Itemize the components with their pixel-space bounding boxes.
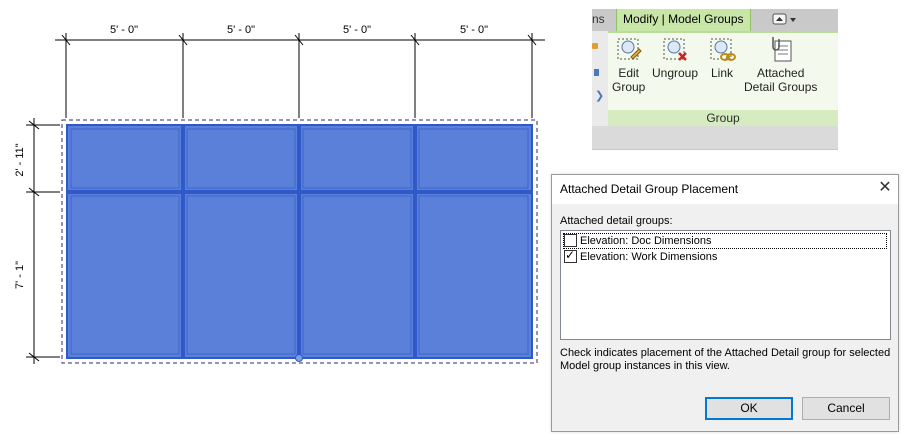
top-dim-label-3[interactable]: 5' - 0"	[343, 24, 371, 36]
list-item-work-dimensions[interactable]: ✓ Elevation: Work Dimensions	[564, 247, 718, 264]
dialog-help-text: Check indicates placement of the Attache…	[560, 347, 891, 372]
attached-detail-groups-icon	[771, 37, 792, 62]
top-dim-label-4[interactable]: 5' - 0"	[460, 24, 488, 36]
elevation-drawing[interactable]: 5' - 0" 5' - 0" 5' - 0" 5' - 0" 2' - 11"…	[0, 0, 560, 446]
attached-detail-groups-label: Attached detail groups:	[560, 215, 673, 227]
top-dim-label-1[interactable]: 5' - 0"	[110, 24, 138, 36]
ok-button[interactable]: OK	[705, 397, 793, 420]
left-dim-ticks	[26, 120, 60, 362]
checkbox-doc-dimensions[interactable]	[564, 233, 577, 247]
close-icon[interactable]: ✕	[874, 178, 896, 200]
ribbon: ns Modify | Model Groups ❯ Edit Group Un…	[592, 9, 838, 150]
fragment-icon-square	[594, 69, 599, 76]
top-dim-ticks	[61, 33, 537, 118]
attached-detail-groups-label-1: Attached	[757, 66, 805, 80]
ungroup-button[interactable]: Ungroup	[652, 35, 698, 80]
ribbon-left-fragment: ❯	[592, 31, 608, 126]
ribbon-tab-bar: ns Modify | Model Groups	[592, 9, 838, 31]
edit-group-label-2: Group	[612, 80, 646, 94]
tab-previous[interactable]: ns	[592, 12, 605, 26]
fragment-arrow-icon: ❯	[595, 90, 605, 102]
cancel-button[interactable]: Cancel	[802, 397, 890, 420]
checkmark-icon: ✓	[565, 247, 576, 262]
ribbon-minimize-control[interactable]	[770, 13, 800, 26]
left-dim-label-2[interactable]: 7' - 1"	[14, 261, 26, 289]
link-label: Link	[710, 66, 733, 80]
dialog-title: Attached Detail Group Placement	[560, 182, 739, 196]
list-item-doc-dimensions[interactable]: Elevation: Doc Dimensions	[563, 233, 887, 249]
ungroup-icon	[663, 38, 687, 61]
ribbon-bottom-area	[592, 126, 838, 149]
ribbon-toggle-icon	[772, 13, 796, 25]
edit-group-button[interactable]: Edit Group	[612, 35, 645, 94]
tab-modify-model-groups[interactable]: Modify | Model Groups	[616, 9, 751, 31]
checkbox-work-dimensions[interactable]: ✓	[564, 247, 577, 263]
list-item-label: Elevation: Work Dimensions	[580, 251, 718, 263]
list-item-label: Elevation: Doc Dimensions	[580, 235, 712, 247]
group-panel-title: Group	[608, 110, 838, 126]
dialog-titlebar[interactable]: Attached Detail Group Placement ✕	[552, 175, 898, 204]
attached-detail-groups-list[interactable]: Elevation: Doc Dimensions ✓ Elevation: Wo…	[560, 230, 891, 340]
fragment-icon	[592, 43, 598, 49]
attached-detail-group-placement-dialog: Attached Detail Group Placement ✕ Attach…	[551, 174, 899, 432]
top-dim-label-2[interactable]: 5' - 0"	[227, 24, 255, 36]
link-button[interactable]: Link	[708, 35, 736, 80]
curtain-wall[interactable]	[61, 119, 538, 364]
edit-group-label-1: Edit	[618, 66, 640, 80]
edit-group-icon	[617, 38, 642, 60]
group-origin-grip[interactable]	[295, 354, 303, 362]
attached-detail-groups-label-2: Detail Groups	[744, 80, 818, 94]
link-icon	[710, 38, 736, 61]
ungroup-label: Ungroup	[652, 66, 699, 80]
attached-detail-groups-button[interactable]: Attached Detail Groups	[744, 35, 817, 94]
left-dim-label-1[interactable]: 2' - 11"	[14, 143, 26, 176]
